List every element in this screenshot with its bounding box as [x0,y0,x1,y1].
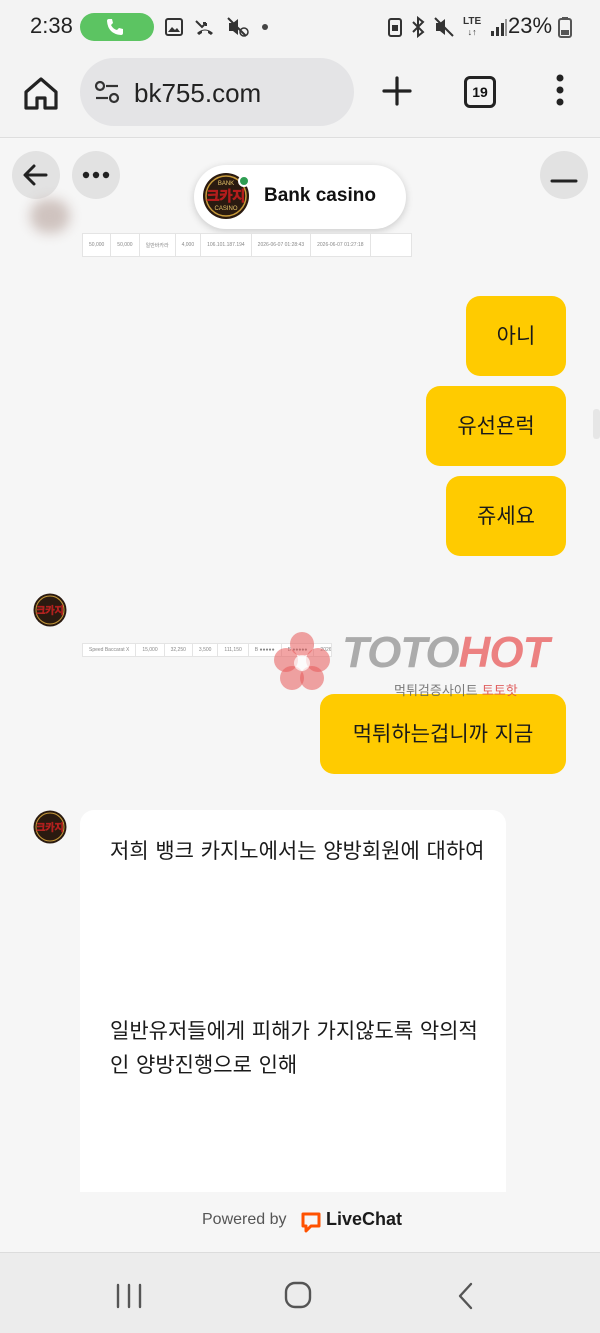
livechat-window: BANK 크카지 CASINO Bank casino 50,000 50,00… [0,139,600,1252]
avatar-text: 크카지 [36,821,64,834]
dot-icon [262,24,268,30]
back-button[interactable] [12,151,60,199]
phone-icon [107,19,123,35]
avatar-text: 크카지 [36,604,64,617]
flower-logo-icon [274,632,330,690]
minimize-button[interactable] [540,151,588,199]
system-icons: LTE ↓↑ [388,14,508,40]
watermark-word: TOTOHOT [342,628,550,678]
table-cell: 106.101.187.194 [201,234,252,256]
mute-icon [227,17,249,37]
status-bar: 2:38 LTE ↓↑ 23% [0,0,600,54]
browser-toolbar: bk755.com 19 [0,54,600,138]
watermark-subtitle: 먹튀검증사이트 토토핫 [394,680,518,699]
battery-icon [558,17,572,38]
ongoing-call-pill[interactable] [80,13,154,41]
user-message[interactable]: 유선욘럭 [426,386,566,466]
logo-top-text: BANK [218,181,234,187]
watermark-toto: TOTO [342,628,460,677]
url-text: bk755.com [134,78,262,108]
agent-message-line: 저희 뱅크 카지노에서는 양방회원에 대하여 [110,839,485,863]
table-cell: 50,000 [83,234,112,256]
missed-call-icon [195,20,213,35]
agent-message[interactable]: 저희 뱅크 카지노에서는 양방회원에 대하여 일반유저들에게 피해가 가지않도록… [80,810,506,1210]
logo-bottom-text: CASINO [214,206,237,212]
agent-name: Bank casino [264,185,376,206]
signal-icon [491,19,508,36]
table-cell: 3,500 [193,644,219,656]
back-chevron-icon[interactable] [456,1281,476,1311]
totohot-watermark: TOTOHOT 먹튀검증사이트 토토핫 [272,628,600,708]
table-cell: Speed Baccarat X [83,644,137,656]
table-cell: 4,000 [176,234,202,256]
recent-apps-icon[interactable] [113,1283,145,1309]
battery-percentage: 23% [508,13,553,38]
bluetooth-icon [412,16,425,38]
back-arrow-icon [23,164,48,186]
tab-count-button[interactable]: 19 [464,76,496,108]
more-icon [82,171,110,179]
lte-icon: LTE ↓↑ [463,16,482,38]
table-cell: 일반바카라 [140,234,176,256]
kebab-menu-icon[interactable] [548,72,572,108]
powered-by-footer[interactable]: Powered by LiveChat [0,1192,600,1252]
more-options-button[interactable] [72,151,120,199]
user-message[interactable]: 아니 [466,296,566,376]
blurred-avatar [30,199,70,233]
powered-by-label: Powered by [202,1211,287,1228]
sim-icon [388,18,402,37]
table-cell: 2026-06-07 01:27:18 [311,234,371,256]
network-type: LTE [463,16,482,27]
tune-icon[interactable] [94,80,120,104]
home-icon[interactable] [22,74,60,112]
screenshot-table-strip: 50,000 50,000 일반바카라 4,000 106.101.187.19… [82,233,412,257]
table-cell: 2026-06-07 01:28:43 [252,234,312,256]
watermark-sub-b: 토토핫 [481,684,518,699]
gallery-icon [165,18,183,36]
system-navigation-bar [0,1252,600,1333]
agent-avatar: 크카지 [33,810,67,844]
agent-message-line: 일반유저들에게 피해가 가지않도록 악의적인 양방진행으로 인해 [110,1019,478,1077]
home-circle-icon[interactable] [284,1281,312,1309]
vibrate-icon [434,17,454,37]
logo-main-text: 크카지 [207,189,246,205]
notification-icons [164,16,270,38]
table-cell: 32,250 [165,644,193,656]
watermark-hot: HOT [458,628,550,677]
watermark-sub-a: 먹튀검증사이트 [394,684,478,699]
plus-icon[interactable] [380,74,414,108]
table-cell: 111,150 [218,644,249,656]
scrollbar-thumb[interactable] [593,409,600,439]
agent-header[interactable]: BANK 크카지 CASINO Bank casino [194,165,406,229]
table-cell: 50,000 [111,234,140,256]
address-bar[interactable]: bk755.com [80,58,354,126]
online-status-dot [238,175,250,187]
table-cell: 15,000 [136,644,165,656]
agent-avatar: 크카지 [33,593,67,627]
clock: 2:38 [30,13,73,38]
minimize-icon [550,179,578,183]
user-message[interactable]: 쥬세요 [446,476,566,556]
livechat-icon [301,1212,321,1233]
livechat-brand: LiveChat [326,1209,403,1229]
